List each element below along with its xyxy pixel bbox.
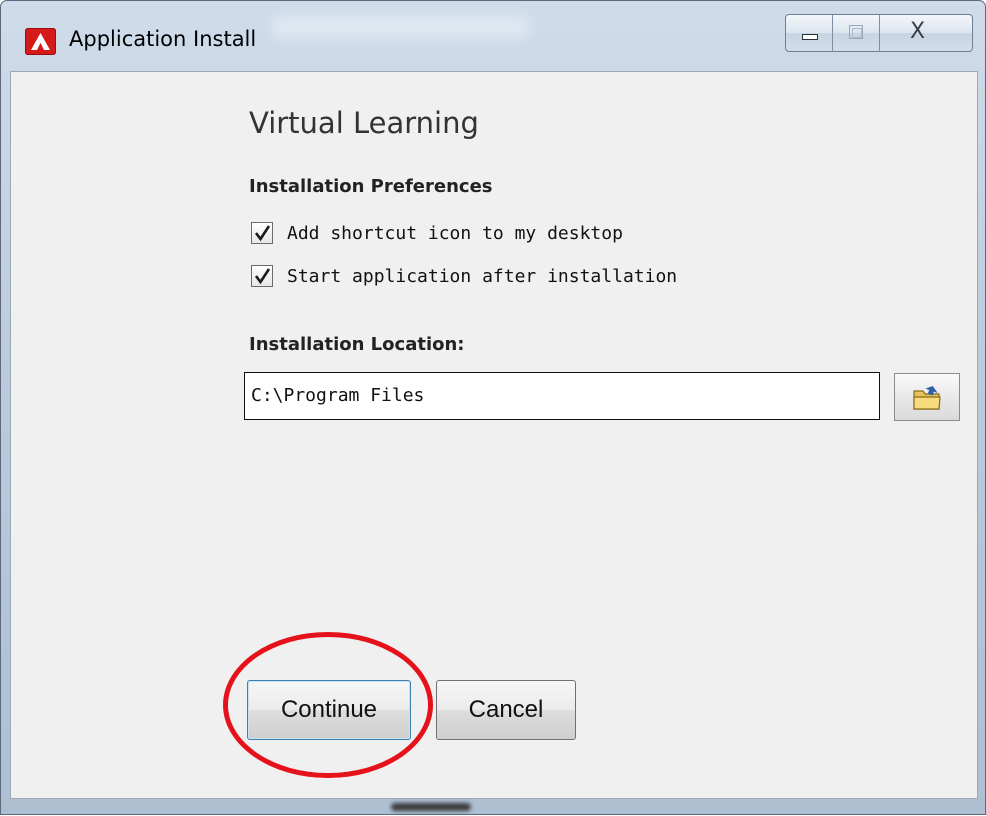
- desktop-shortcut-label: Add shortcut icon to my desktop: [287, 222, 623, 244]
- option-desktop-shortcut[interactable]: Add shortcut icon to my desktop: [251, 222, 623, 244]
- app-name-heading: Virtual Learning: [249, 106, 479, 140]
- preferences-heading: Installation Preferences: [249, 176, 493, 197]
- start-after-install-label: Start application after installation: [287, 265, 678, 287]
- minimize-icon: [802, 34, 818, 40]
- adobe-air-icon: [25, 28, 56, 55]
- location-heading: Installation Location:: [249, 334, 465, 355]
- title-bar[interactable]: Application Install X: [1, 1, 985, 71]
- checkmark-icon: [254, 225, 271, 242]
- title-bar-blur: [271, 15, 531, 39]
- option-start-after-install[interactable]: Start application after installation: [251, 265, 677, 287]
- dialog-content: Virtual Learning Installation Preference…: [10, 71, 978, 799]
- cancel-button[interactable]: Cancel: [436, 680, 576, 740]
- minimize-button[interactable]: [786, 15, 833, 51]
- start-after-install-checkbox[interactable]: [251, 265, 273, 287]
- desktop-shortcut-checkbox[interactable]: [251, 222, 273, 244]
- close-icon: X: [910, 19, 926, 44]
- window-title: Application Install: [69, 27, 257, 51]
- browse-folder-button[interactable]: [894, 373, 960, 421]
- checkmark-icon: [254, 268, 271, 285]
- close-button[interactable]: X: [880, 15, 972, 51]
- continue-button[interactable]: Continue: [247, 680, 411, 740]
- maximize-button[interactable]: [833, 15, 880, 51]
- install-location-input[interactable]: C:\Program Files: [244, 372, 880, 420]
- folder-icon: [913, 385, 941, 410]
- install-window: Application Install X Virtual Learning I…: [0, 0, 986, 815]
- window-controls: X: [785, 14, 973, 52]
- maximize-icon: [849, 25, 863, 39]
- bottom-blur: [391, 803, 471, 811]
- window-bottom-border: [1, 799, 985, 816]
